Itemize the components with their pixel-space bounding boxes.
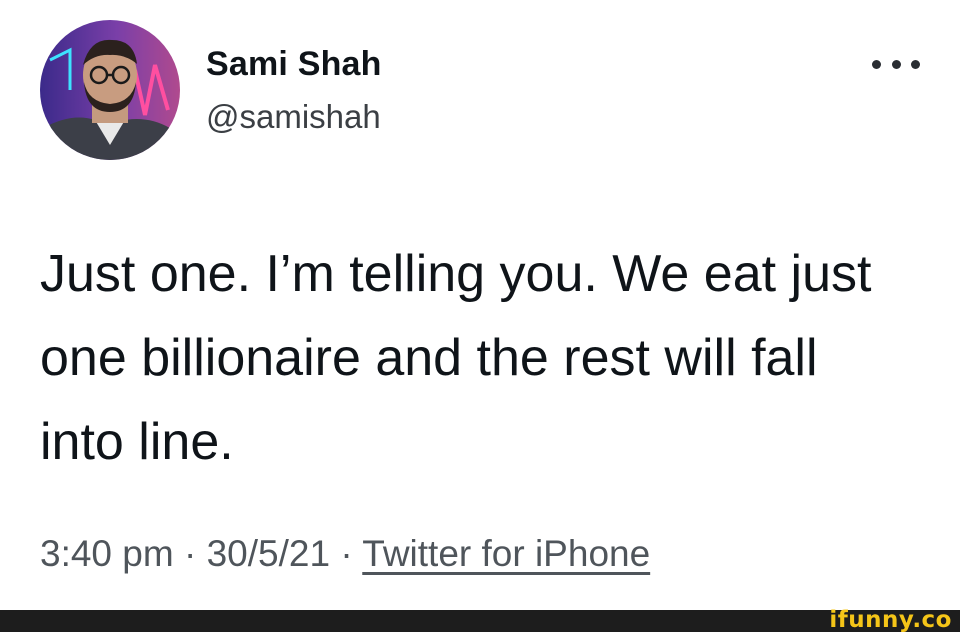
more-horizontal-icon xyxy=(911,59,920,69)
tweet-text: Just one. I’m telling you. We eat just o… xyxy=(40,232,940,484)
more-horizontal-icon xyxy=(891,59,901,69)
author-handle[interactable]: @samishah xyxy=(206,96,381,138)
tweet-source-link[interactable]: Twitter for iPhone xyxy=(362,533,650,574)
author-display-name[interactable]: Sami Shah xyxy=(206,42,382,86)
watermark-bar: ifunny.co xyxy=(0,607,960,633)
meta-separator: · xyxy=(340,533,363,574)
tweet-time[interactable]: 3:40 pm xyxy=(40,533,174,574)
tweet-text-line: Just one. I’m telling you. We eat just xyxy=(40,245,872,303)
more-horizontal-icon xyxy=(872,59,881,69)
tweet-text-line: one billionaire and the rest will fall xyxy=(40,329,818,387)
tweet-card: Sami Shah @samishah Just one. I’m tellin… xyxy=(0,0,960,610)
tweet-metadata: 3:40 pm · 30/5/21 · Twitter for iPhone xyxy=(40,528,650,580)
meta-separator: · xyxy=(183,533,207,574)
ifunny-watermark: ifunny.co xyxy=(829,607,952,633)
more-options-button[interactable] xyxy=(872,44,920,84)
tweet-text-line: into line. xyxy=(40,413,234,471)
tweet-date[interactable]: 30/5/21 xyxy=(207,533,330,574)
avatar[interactable] xyxy=(40,20,180,160)
